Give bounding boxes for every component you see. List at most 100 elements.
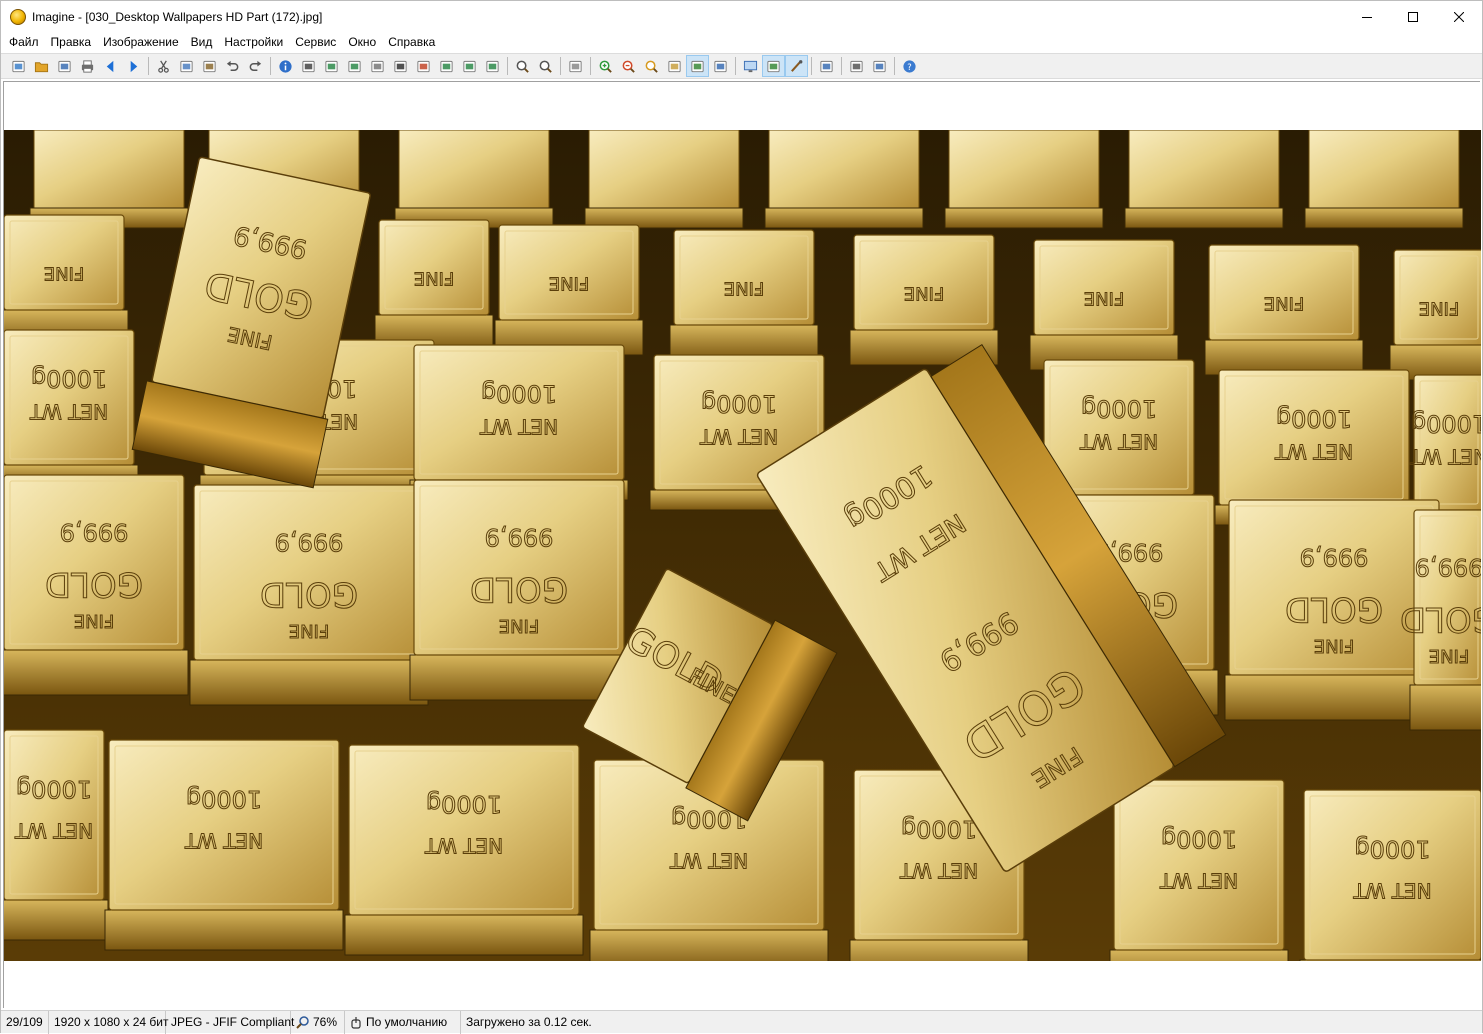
open-button[interactable] bbox=[30, 55, 53, 77]
copy-button[interactable] bbox=[175, 55, 198, 77]
next-button[interactable] bbox=[122, 55, 145, 77]
undo-icon bbox=[226, 60, 239, 71]
status-zoom: 76% bbox=[291, 1010, 345, 1034]
find-next-button[interactable] bbox=[534, 55, 557, 77]
status-index: 29/109 bbox=[1, 1010, 49, 1034]
gold-bar: 1000g NET WT bbox=[1299, 789, 1481, 961]
bar-net-label: NET WT bbox=[14, 819, 93, 843]
fit-width-button[interactable] bbox=[686, 55, 709, 77]
bar-purity-label: 999,9 bbox=[485, 523, 554, 551]
capture-button[interactable] bbox=[297, 55, 320, 77]
batch-button[interactable] bbox=[868, 55, 891, 77]
monitor-button[interactable] bbox=[739, 55, 762, 77]
new-icon bbox=[12, 60, 25, 72]
menu-file[interactable]: Файл bbox=[3, 32, 45, 52]
menu-help[interactable]: Справка bbox=[382, 32, 441, 52]
bar-net-label: NET WT bbox=[479, 414, 558, 438]
bar-purity-label: 999,9 bbox=[275, 528, 344, 556]
paste-button[interactable] bbox=[198, 55, 221, 77]
bar-fine-label: FINE bbox=[904, 282, 945, 303]
minimize-button[interactable] bbox=[1344, 1, 1390, 32]
color-icon bbox=[417, 60, 430, 72]
zoom-out-button[interactable] bbox=[617, 55, 640, 77]
info-button[interactable] bbox=[274, 55, 297, 77]
bar-net-label: NET WT bbox=[1159, 869, 1238, 893]
zoom-in-icon bbox=[599, 60, 612, 73]
toolbar-separator bbox=[811, 57, 812, 75]
close-button[interactable] bbox=[1436, 1, 1482, 32]
menu-edit[interactable]: Правка bbox=[45, 32, 98, 52]
status-load-time: Загружено за 0.12 сек. bbox=[466, 1014, 592, 1029]
plugin-button[interactable] bbox=[845, 55, 868, 77]
cut-button[interactable] bbox=[152, 55, 175, 77]
toolbar-separator bbox=[507, 57, 508, 75]
gold-bar: FINE bbox=[494, 224, 644, 356]
image-view[interactable]: FINE FINE FINE FINE FINE FINE FINE FINE 1000g NET… bbox=[4, 130, 1481, 961]
bar-fine-label: FINE bbox=[549, 272, 590, 293]
fit-height-icon bbox=[714, 60, 727, 72]
status-profile: По умолчанию bbox=[345, 1010, 461, 1034]
fit-window-button[interactable] bbox=[663, 55, 686, 77]
imagine-app-icon[interactable] bbox=[10, 8, 26, 25]
negative-button[interactable] bbox=[389, 55, 412, 77]
toolbar: ? bbox=[1, 53, 1482, 79]
prev-button[interactable] bbox=[99, 55, 122, 77]
zoom-reset-button[interactable] bbox=[640, 55, 663, 77]
tools-button[interactable] bbox=[815, 55, 838, 77]
bar-net-label: NET WT bbox=[669, 849, 748, 873]
monitor-icon bbox=[743, 60, 758, 72]
bar-net-label: NET WT bbox=[29, 399, 108, 423]
grayscale-button[interactable] bbox=[366, 55, 389, 77]
gold-bar: FINE bbox=[1389, 249, 1481, 381]
bar-purity-label: 999,9 bbox=[1415, 553, 1481, 581]
image-canvas[interactable]: FINE FINE FINE FINE FINE FINE FINE FINE 1000g NET… bbox=[3, 81, 1481, 1008]
resize-button[interactable] bbox=[343, 55, 366, 77]
bar-weight-label: 1000g bbox=[701, 390, 777, 418]
menu-image[interactable]: Изображение bbox=[97, 32, 185, 52]
bar-fine-label: FINE bbox=[1264, 292, 1305, 313]
bar-weight-label: 1000g bbox=[31, 365, 107, 393]
batch-icon bbox=[873, 60, 886, 72]
gold-bar: FINE bbox=[849, 234, 999, 366]
thumbnail-button[interactable] bbox=[762, 55, 785, 77]
slideshow-button[interactable] bbox=[564, 55, 587, 77]
bar-gold-label: GOLD bbox=[260, 574, 358, 614]
slideshow-icon bbox=[569, 60, 582, 72]
bar-net-label: NET WT bbox=[1274, 439, 1353, 463]
bar-fine-label: FINE bbox=[1314, 635, 1355, 656]
find-button[interactable] bbox=[511, 55, 534, 77]
rotate-right-icon bbox=[463, 60, 476, 72]
color-button[interactable] bbox=[412, 55, 435, 77]
menu-settings[interactable]: Настройки bbox=[218, 32, 289, 52]
save-all-button[interactable] bbox=[53, 55, 76, 77]
next-icon bbox=[130, 60, 138, 72]
crop-button[interactable] bbox=[320, 55, 343, 77]
print-button[interactable] bbox=[76, 55, 99, 77]
help-button[interactable]: ? bbox=[898, 55, 921, 77]
toolbar-separator bbox=[560, 57, 561, 75]
crop-icon bbox=[325, 60, 338, 72]
bar-fine-label: FINE bbox=[724, 277, 765, 298]
redo-button[interactable] bbox=[244, 55, 267, 77]
maximize-button[interactable] bbox=[1390, 1, 1436, 32]
bar-weight-label: 1000g bbox=[16, 775, 92, 803]
new-button[interactable] bbox=[7, 55, 30, 77]
gold-bar: FINE bbox=[4, 214, 129, 346]
zoom-in-button[interactable] bbox=[594, 55, 617, 77]
paint-button[interactable] bbox=[785, 55, 808, 77]
undo-button[interactable] bbox=[221, 55, 244, 77]
menu-tools[interactable]: Сервис bbox=[289, 32, 342, 52]
menu-bar: Файл Правка Изображение Вид Настройки Се… bbox=[1, 32, 1482, 52]
menu-view[interactable]: Вид bbox=[185, 32, 219, 52]
rotate-right-button[interactable] bbox=[458, 55, 481, 77]
rotate-left-icon bbox=[440, 60, 453, 72]
bar-weight-label: 1000g bbox=[1081, 395, 1157, 423]
fit-height-button[interactable] bbox=[709, 55, 732, 77]
flip-button[interactable] bbox=[481, 55, 504, 77]
find-icon bbox=[516, 60, 529, 73]
bar-gold-label: GOLD bbox=[1400, 599, 1481, 639]
menu-window[interactable]: Окно bbox=[342, 32, 382, 52]
gold-bar: FINE bbox=[374, 219, 494, 351]
rotate-left-button[interactable] bbox=[435, 55, 458, 77]
gold-bar: 1000g NET WT bbox=[104, 739, 344, 951]
